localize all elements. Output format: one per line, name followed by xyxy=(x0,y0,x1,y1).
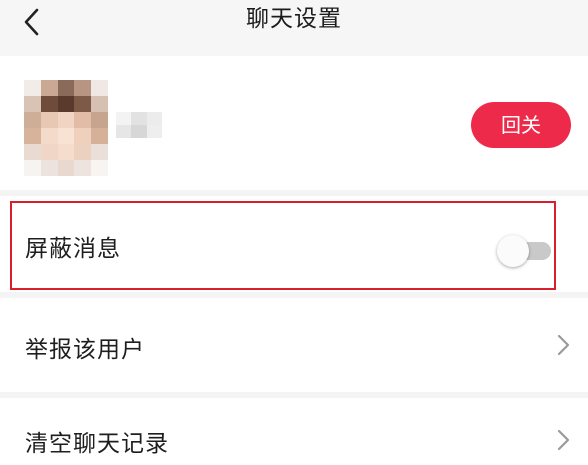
block-messages-label: 屏蔽消息 xyxy=(25,236,121,262)
chevron-right-icon xyxy=(557,334,570,356)
chat-settings-screen: 聊天设置 回关 屏蔽消息 举报该用户 清空聊天记录 xyxy=(0,0,588,465)
block-messages-toggle[interactable] xyxy=(497,235,551,267)
avatar[interactable] xyxy=(24,80,108,176)
profile-card: 回关 xyxy=(0,56,588,190)
chevron-right-icon xyxy=(557,429,570,451)
header-bar: 聊天设置 xyxy=(0,0,588,56)
clear-history-row[interactable]: 清空聊天记录 xyxy=(0,398,588,465)
follow-back-button[interactable]: 回关 xyxy=(471,102,571,148)
clear-history-label: 清空聊天记录 xyxy=(25,431,169,457)
page-title: 聊天设置 xyxy=(246,6,342,32)
report-user-label: 举报该用户 xyxy=(25,337,145,363)
report-user-row[interactable]: 举报该用户 xyxy=(0,298,588,392)
toggle-knob xyxy=(497,235,529,267)
username-blurred xyxy=(116,112,162,138)
